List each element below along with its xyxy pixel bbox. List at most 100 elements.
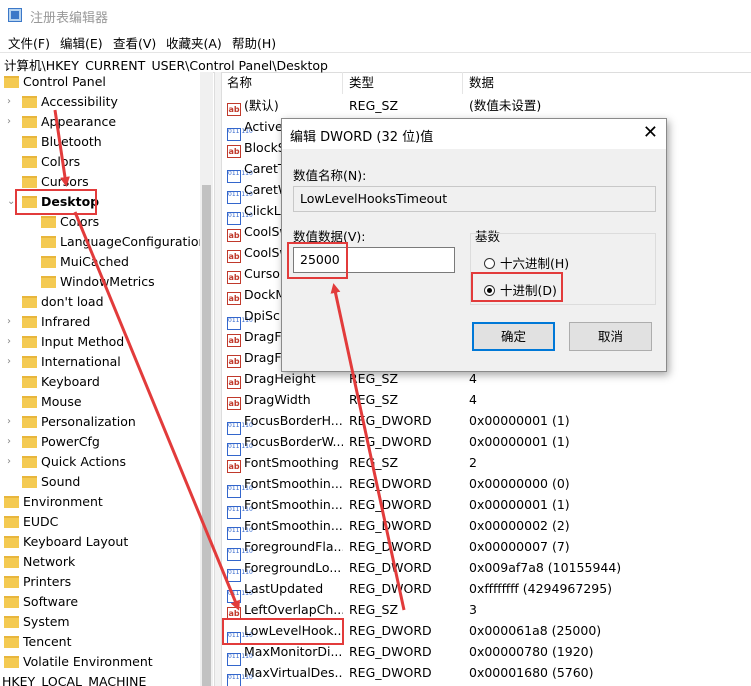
tree-item[interactable]: › Appearance [7,112,116,132]
value-name-label: 数值名称(N): [293,168,367,183]
menu-file[interactable]: 文件(F) [8,33,50,52]
value-name: DragHeight [244,371,316,386]
value-data: 0x00000000 (0) [469,476,570,491]
value-name-field[interactable]: LowLevelHooksTimeout [293,186,656,212]
value-name: DragWidth [244,392,311,407]
radio-hex-icon[interactable] [484,258,495,269]
tree-item[interactable]: › Accessibility [7,92,118,112]
chevron-right-icon[interactable]: › [7,352,11,372]
value-name: FontSmoothin... [244,497,343,512]
folder-icon [22,96,37,108]
folder-icon [4,576,19,588]
menu-help[interactable]: 帮助(H) [232,33,276,52]
value-row[interactable]: 011 110FontSmoothin... REG_DWORD 0x0000000… [221,473,751,498]
chevron-right-icon[interactable]: › [7,432,11,452]
column-name[interactable]: 名称 [221,72,343,94]
folder-icon [22,176,37,188]
tree-item[interactable]: Printers [4,572,71,592]
string-value-icon: ab [227,103,241,116]
tree-item[interactable]: › Personalization [7,412,136,432]
folder-icon [4,536,19,548]
tree-item-label: System [23,614,70,629]
folder-icon [22,156,37,168]
tree-item[interactable]: Sound [22,472,80,492]
highlight-value-data [287,242,348,279]
tree-item[interactable]: HKEY_LOCAL_MACHINE [2,672,146,686]
string-value-icon: ab [227,355,241,368]
chevron-right-icon[interactable]: › [7,412,11,432]
radio-hex[interactable]: 十六进制(H) [484,253,569,272]
tree-item[interactable]: Environment [4,492,103,512]
tree-item[interactable]: › Input Method [7,332,124,352]
column-type[interactable]: 类型 [343,72,463,94]
close-icon[interactable]: ✕ [643,122,658,143]
tree-item[interactable]: Tencent [4,632,72,652]
value-name: FontSmoothing [244,455,339,470]
value-data: 0x00000001 (1) [469,497,570,512]
value-row[interactable]: 011 110FontSmoothin... REG_DWORD 0x0000000… [221,515,751,540]
tree-item[interactable]: System [4,612,70,632]
tree-item[interactable]: EUDC [4,512,58,532]
value-name-cell: ab DragWidth [227,389,343,410]
tree-item[interactable]: Colors [22,152,80,172]
chevron-right-icon[interactable]: › [7,312,11,332]
tree-scrollbar-thumb[interactable] [202,185,211,686]
tree-item[interactable]: WindowMetrics [41,272,155,292]
value-row[interactable]: ab DragWidth REG_SZ 4 [221,389,751,410]
value-type: REG_DWORD [349,581,432,596]
value-row[interactable]: 011 110FocusBorderW... REG_DWORD 0x0000000… [221,431,751,456]
chevron-right-icon[interactable]: › [7,452,11,472]
ok-button[interactable]: 确定 [472,322,555,351]
folder-icon [4,516,19,528]
cancel-button[interactable]: 取消 [569,322,652,351]
value-row[interactable]: 011 110FontSmoothin... REG_DWORD 0x0000000… [221,494,751,519]
menu-favorites[interactable]: 收藏夹(A) [166,33,222,52]
tree-item-label: Sound [41,474,81,489]
tree-item[interactable]: Colors [41,212,99,232]
tree-item[interactable]: Network [4,552,75,572]
tree-item-label: Mouse [41,394,82,409]
value-row[interactable]: 011 110FocusBorderH... REG_DWORD 0x0000000… [221,410,751,435]
tree-item[interactable]: Mouse [22,392,82,412]
tree-item[interactable]: › PowerCfg [7,432,100,452]
string-value-icon: ab [227,145,241,158]
value-row[interactable]: 011 110MaxVirtualDes... REG_DWORD 0x000016… [221,662,751,686]
tree-item[interactable]: MuiCached [41,252,129,272]
tree-item[interactable]: LanguageConfiguration [41,232,206,252]
value-name: CaretT [244,161,286,176]
chevron-right-icon[interactable]: › [7,112,11,132]
chevron-right-icon[interactable]: › [7,332,11,352]
tree-item[interactable]: › Quick Actions [7,452,126,472]
menu-view[interactable]: 查看(V) [113,33,156,52]
regedit-icon [8,8,22,22]
value-row[interactable]: 011 110ForegroundFla... REG_DWORD 0x000000… [221,536,751,561]
value-row[interactable]: ab LeftOverlapCh... REG_SZ 3 [221,599,751,620]
tree-item[interactable]: › Infrared [7,312,90,332]
value-row[interactable]: ab (默认) REG_SZ (数值未设置) [221,95,751,116]
tree-item-label: Environment [23,494,103,509]
value-row[interactable]: 011 110LastUpdated REG_DWORD 0xffffffff (4… [221,578,751,603]
value-row[interactable]: ab FontSmoothing REG_SZ 2 [221,452,751,473]
tree-item[interactable]: Bluetooth [22,132,102,152]
folder-icon [22,356,37,368]
tree-item[interactable]: Volatile Environment [4,652,153,672]
tree-item[interactable]: Control Panel [4,72,106,92]
tree-item[interactable]: don't load [22,292,104,312]
value-name: MaxMonitorDi... [244,644,343,659]
tree-item[interactable]: Keyboard [22,372,100,392]
tree-item[interactable]: › International [7,352,121,372]
value-type: REG_DWORD [349,539,432,554]
value-row[interactable]: 011 110ForegroundLo... REG_DWORD 0x009af7a… [221,557,751,582]
address-bar[interactable]: 计算机\HKEY_CURRENT_USER\Control Panel\Desk… [0,52,751,73]
menu-edit[interactable]: 编辑(E) [60,33,103,52]
folder-icon [22,376,37,388]
tree-item-label: Cursors [41,174,89,189]
folder-icon [4,616,19,628]
folder-icon [4,556,19,568]
tree-item[interactable]: Software [4,592,78,612]
value-data: 4 [469,392,477,407]
tree-item[interactable]: Keyboard Layout [4,532,128,552]
value-name: DockM [244,287,287,302]
column-data[interactable]: 数据 [463,72,751,94]
chevron-right-icon[interactable]: › [7,92,11,112]
